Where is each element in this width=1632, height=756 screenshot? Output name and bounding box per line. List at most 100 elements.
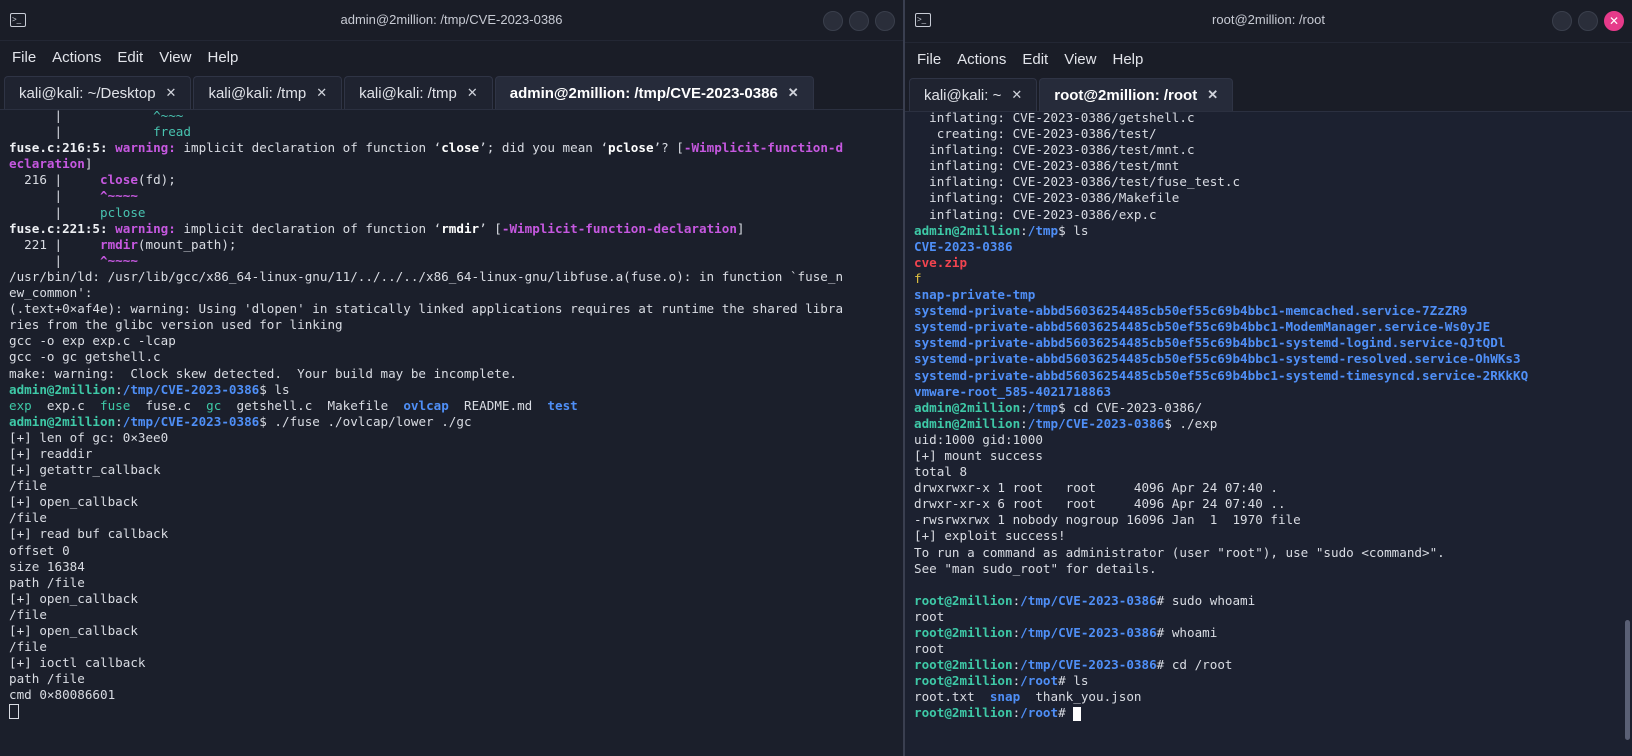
right-tabbar: kali@kali: ~ ✕ root@2million: /root ✕ (905, 75, 1632, 112)
terminal-text: admin@2million (9, 381, 116, 397)
terminal-text: systemd-private-abbd56036254485cb50ef55c… (914, 367, 1529, 383)
menu-actions[interactable]: Actions (44, 49, 109, 66)
tab-close-icon[interactable]: ✕ (788, 85, 799, 101)
terminal-text: (fd); (137, 172, 176, 188)
menu-file[interactable]: File (4, 49, 44, 66)
terminal-line: [+] read buf callback (9, 526, 903, 542)
terminal-cursor (1073, 706, 1082, 721)
terminal-line: inflating: CVE-2023-0386/test/mnt.c (914, 142, 1632, 158)
terminal-text: To run a command as administrator (user … (914, 544, 1445, 560)
terminal-line: cve.zip (914, 255, 1632, 271)
terminal-line: systemd-private-abbd56036254485cb50ef55c… (914, 335, 1632, 351)
terminal-text: fuse.c (130, 397, 207, 413)
tab-root-root[interactable]: root@2million: /root ✕ (1039, 78, 1234, 111)
close-icon[interactable]: ✕ (1604, 11, 1624, 31)
terminal-line: /usr/bin/ld: /usr/lib/gcc/x86_64-linux-g… (9, 269, 903, 285)
close-icon[interactable] (875, 11, 895, 31)
terminal-text: path /file (9, 574, 85, 590)
terminal-line: See "man sudo_root" for details. (914, 561, 1632, 577)
terminal-text: ’? [ (653, 140, 684, 156)
terminal-text: root@2million (914, 673, 1013, 689)
menu-file[interactable]: File (909, 51, 949, 68)
tab-label: kali@kali: /tmp (359, 84, 457, 102)
terminal-text: /tmp/CVE-2023-0386 (1020, 625, 1157, 640)
terminal-text: fread (153, 124, 191, 140)
tab-close-icon[interactable]: ✕ (166, 85, 177, 101)
terminal-text: /tmp (1027, 222, 1059, 238)
menu-actions[interactable]: Actions (949, 51, 1014, 68)
tab-kali-home[interactable]: kali@kali: ~ ✕ (909, 78, 1038, 111)
terminal-text: path /file (9, 671, 85, 687)
menu-view[interactable]: View (151, 49, 199, 66)
right-terminal-window[interactable]: >_ root@2million: /root ✕ File Actions E… (905, 0, 1632, 756)
terminal-text: README.md (448, 397, 548, 413)
terminal-text: ’ [ (479, 220, 502, 236)
terminal-text: gc (206, 397, 222, 413)
left-terminal-output[interactable]: | ^~~~ | fread fuse.c:216:5: warning: imp… (0, 108, 903, 756)
terminal-text: [+] exploit success! (914, 528, 1066, 544)
right-terminal-output[interactable]: inflating: CVE-2023-0386/getshell.c crea… (905, 110, 1632, 756)
terminal-line: CVE-2023-0386 (914, 239, 1632, 255)
tab-close-icon[interactable]: ✕ (316, 85, 327, 101)
tab-kali-tmp-2[interactable]: kali@kali: /tmp ✕ (344, 76, 493, 109)
left-window-title: admin@2million: /tmp/CVE-2023-0386 (340, 12, 563, 27)
maximize-icon[interactable] (1578, 11, 1598, 31)
terminal-line: /file (9, 478, 903, 494)
terminal-text: root@2million (914, 592, 1013, 608)
terminal-text: inflating: CVE-2023-0386/test/mnt.c (914, 142, 1195, 158)
terminal-line: ew_common': (9, 285, 903, 301)
terminal-text: | (9, 108, 154, 123)
terminal-text: 221 | (9, 236, 100, 252)
terminal-text: [+] open_callback (9, 494, 138, 510)
tab-kali-desktop[interactable]: kali@kali: ~/Desktop ✕ (4, 76, 192, 109)
terminal-line: admin@2million:/tmp/CVE-2023-0386$ ls (9, 382, 903, 398)
tab-close-icon[interactable]: ✕ (467, 85, 478, 101)
right-titlebar[interactable]: >_ root@2million: /root ✕ (905, 0, 1632, 43)
left-titlebar[interactable]: >_ admin@2million: /tmp/CVE-2023-0386 (0, 0, 903, 41)
terminal-line: inflating: CVE-2023-0386/test/fuse_test.… (914, 174, 1632, 190)
minimize-icon[interactable] (823, 11, 843, 31)
tab-admin-cve[interactable]: admin@2million: /tmp/CVE-2023-0386 ✕ (494, 76, 814, 109)
terminal-line: [+] len of gc: 0×3ee0 (9, 430, 903, 446)
terminal-line: root@2million:/root# ls (914, 673, 1632, 689)
terminal-text: snap (989, 689, 1021, 705)
terminal-scrollbar[interactable] (1625, 620, 1630, 740)
maximize-icon[interactable] (849, 11, 869, 31)
terminal-text: [+] open_callback (9, 590, 138, 606)
tab-kali-tmp-1[interactable]: kali@kali: /tmp ✕ (193, 76, 343, 109)
menu-view[interactable]: View (1056, 51, 1104, 68)
terminal-text: /tmp/CVE-2023-0386 (122, 381, 260, 397)
terminal-text: ] (84, 156, 93, 172)
terminal-text: systemd-private-abbd56036254485cb50ef55c… (914, 351, 1521, 367)
tab-close-icon[interactable]: ✕ (1207, 87, 1218, 103)
terminal-text: f (914, 270, 922, 286)
menu-help[interactable]: Help (1104, 51, 1151, 68)
terminal-text: [+] read buf callback (9, 526, 169, 542)
menu-help[interactable]: Help (199, 49, 246, 66)
terminal-text: close (100, 172, 138, 188)
terminal-text: /root (1020, 705, 1059, 721)
terminal-line: inflating: CVE-2023-0386/test/mnt (914, 158, 1632, 174)
terminal-line: | pclose (9, 205, 903, 221)
terminal-line: root@2million:/tmp/CVE-2023-0386# sudo w… (914, 593, 1632, 609)
menu-edit[interactable]: Edit (1014, 51, 1056, 68)
terminal-line: fuse.c:221:5: warning: implicit declarat… (9, 221, 903, 237)
left-terminal-window[interactable]: >_ admin@2million: /tmp/CVE-2023-0386 Fi… (0, 0, 903, 756)
terminal-line: fuse.c:216:5: warning: implicit declarat… (9, 140, 903, 156)
terminal-line: [+] open_callback (9, 591, 903, 607)
terminal-text: root (914, 608, 945, 624)
tab-label: admin@2million: /tmp/CVE-2023-0386 (509, 84, 778, 102)
menu-edit[interactable]: Edit (109, 49, 151, 66)
terminal-line: [+] mount success (914, 448, 1632, 464)
terminal-line: | ^~~~ (9, 108, 903, 124)
terminal-text: inflating: CVE-2023-0386/Makefile (914, 190, 1180, 206)
terminal-line: creating: CVE-2023-0386/test/ (914, 126, 1632, 142)
tab-close-icon[interactable]: ✕ (1011, 87, 1022, 103)
minimize-icon[interactable] (1552, 11, 1572, 31)
terminal-line: [+] exploit success! (914, 528, 1632, 544)
terminal-text: # ls (1058, 673, 1089, 689)
terminal-text: root@2million (914, 657, 1013, 673)
terminal-text: | (9, 188, 100, 204)
terminal-text: ’; did you mean ‘ (479, 140, 609, 156)
terminal-line: 216 | close(fd); (9, 172, 903, 188)
